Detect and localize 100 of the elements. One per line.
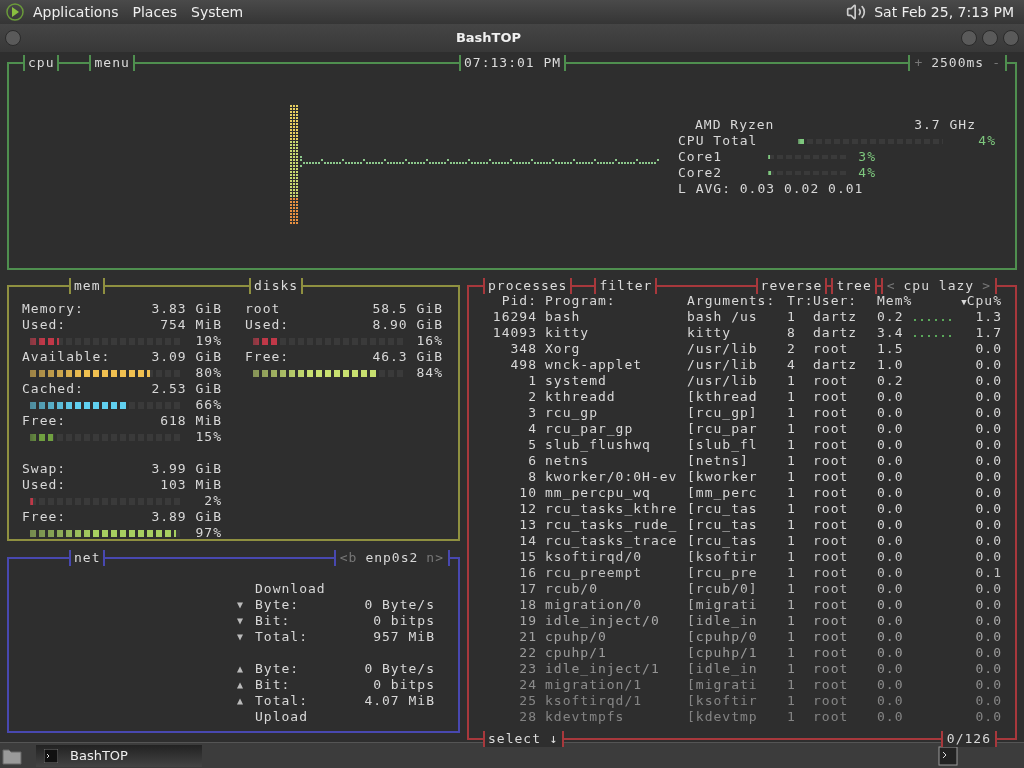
cpu-clock[interactable]: 07:13:01 PM (459, 55, 567, 71)
cpu-cell-text: 0.0 (974, 549, 1002, 565)
arguments-cell-text: [rcub/0] (687, 581, 759, 597)
cpu-cell-text: 0.0 (974, 517, 1002, 533)
speaker-icon[interactable] (846, 2, 867, 22)
program-cell-text: netns (545, 453, 591, 469)
arguments-cell-text: [rcu_gp] (687, 405, 759, 421)
arguments-cell-text: /usr/lib (687, 357, 759, 373)
arguments-cell-text: [rcu_pre (687, 565, 759, 581)
arguments-cell-text: [ksoftir (687, 549, 759, 565)
arguments-cell-text: [netns] (687, 453, 750, 469)
tree-toggle[interactable]: tree (831, 278, 877, 294)
program-cell-text: cpuhp/0 (545, 629, 608, 645)
program-cell-text: kworker/0:0H-ev (545, 469, 679, 485)
stat-value: 618 MiB (160, 413, 222, 429)
terminal-icon[interactable] (938, 745, 958, 766)
panel-menu[interactable]: System (191, 1, 244, 23)
threads-cell-text: 1 (787, 533, 797, 549)
column-header[interactable]: Program: (545, 293, 687, 310)
stat-value: 3.99 GiB (151, 461, 222, 477)
panel-tab[interactable]: disks (249, 278, 304, 294)
panel-tab[interactable]: net (69, 550, 106, 566)
memory-cell-text: 0.0 (877, 597, 905, 613)
memory-cell-text: 0.0 (877, 661, 905, 677)
column-header[interactable]: ▼Cpu% (958, 293, 1002, 310)
arguments-cell-text: [rcu_tas (687, 533, 759, 549)
user-cell-text: root (813, 597, 850, 613)
pid-cell-text: 12 (518, 501, 538, 517)
window-menu-button[interactable] (5, 30, 21, 46)
column-header[interactable]: User: (813, 293, 877, 310)
arrow-icon: ▼ (237, 629, 255, 645)
stat-value: 754 MiB (160, 317, 222, 333)
arguments-cell-text: [kdevtmp (687, 709, 759, 725)
panel-clock[interactable]: Sat Feb 25, 7:13 PM (874, 1, 1014, 23)
user-cell-text: root (813, 613, 850, 629)
folder-icon[interactable] (2, 746, 22, 765)
close-button[interactable] (1003, 30, 1019, 46)
filter-tab[interactable]: filter (594, 278, 658, 294)
user-cell-text: root (813, 469, 850, 485)
memory-cell-text: 0.0 (877, 437, 905, 453)
threads-cell-text: 1 (787, 613, 797, 629)
threads-cell-text: 1 (787, 629, 797, 645)
program-cell-text: kdevtmpfs (545, 709, 626, 725)
arguments-cell-text: [slub_fl (687, 437, 759, 453)
pid-cell-text: 498 (509, 357, 538, 373)
panel-tab[interactable]: cpu (23, 55, 60, 71)
arrow-icon: ▼ (237, 597, 255, 613)
reverse-toggle[interactable]: reverse (755, 278, 828, 294)
memory-cell-text: 0.0 (877, 485, 905, 501)
net-label: Bit: (255, 613, 291, 629)
program-cell-text: rcu_tasks_rude_ (545, 517, 679, 533)
pid-cell-text: 17 (518, 581, 538, 597)
panel-tab[interactable]: processes (483, 278, 573, 294)
cpu-cell-text: 0.1 (974, 565, 1002, 581)
panel-menu[interactable]: Applications (33, 1, 119, 23)
user-cell-text: dartz (813, 325, 859, 341)
taskbar-task[interactable]: BashTOP (36, 744, 202, 767)
memory-cell-text: 3.4 (877, 325, 905, 341)
memory-cell-text: 1.0 (877, 357, 905, 373)
panel-tab[interactable]: menu (89, 55, 135, 71)
interface-name: enp0s2 (365, 550, 419, 566)
panel-tab[interactable]: mem (69, 278, 106, 294)
process-count: 0/126 (940, 731, 997, 747)
memory-cell-text: 0.0 (877, 469, 905, 485)
minimize-button[interactable] (961, 30, 977, 46)
stat-percent: 80% (195, 365, 222, 381)
column-header[interactable]: Pid: (479, 293, 545, 310)
stat-value: 3.89 GiB (151, 509, 222, 525)
panel-menu[interactable]: Places (132, 1, 178, 23)
memory-cell-text: 0.0 (877, 629, 905, 645)
column-header[interactable]: Mem% (877, 293, 912, 310)
memory-cell-text: 0.0 (877, 405, 905, 421)
column-header[interactable]: Arguments: (687, 293, 787, 310)
program-cell-text: idle_inject/0 (545, 613, 661, 629)
play-logo-icon[interactable] (6, 3, 24, 21)
maximize-button[interactable] (982, 30, 998, 46)
load-average: L AVG: 0.03 0.02 0.01 (678, 181, 865, 197)
cpu-cell-text: 0.0 (974, 341, 1002, 357)
arguments-cell-text: /usr/lib (687, 341, 759, 357)
column-header[interactable]: Tr: (787, 293, 813, 310)
stat-value: 2.53 GiB (151, 381, 222, 397)
user-cell-text: root (813, 501, 850, 517)
program-cell-text: rcu_tasks_kthre (545, 501, 679, 517)
pid-cell-text: 18 (518, 597, 538, 613)
select-control[interactable]: select ↓ (483, 731, 564, 747)
arguments-cell-text: [idle_in (687, 661, 759, 677)
stat-percent: 2% (204, 493, 222, 509)
threads-cell-text: 1 (787, 597, 797, 613)
stat-label: Used: (22, 317, 67, 333)
program-cell-text: rcu_gp (545, 405, 599, 421)
pid-cell-text: 25 (518, 693, 538, 709)
arguments-cell-text: kitty (687, 325, 733, 341)
program-cell-text: idle_inject/1 (545, 661, 661, 677)
arrow-icon: ▲ (237, 677, 255, 693)
user-cell-text: root (813, 661, 850, 677)
threads-cell-text: 1 (787, 709, 797, 725)
user-cell-text: root (813, 341, 850, 357)
user-cell-text: root (813, 517, 850, 533)
threads-cell-text: 8 (787, 325, 797, 341)
program-cell-text: cpuhp/1 (545, 645, 608, 661)
